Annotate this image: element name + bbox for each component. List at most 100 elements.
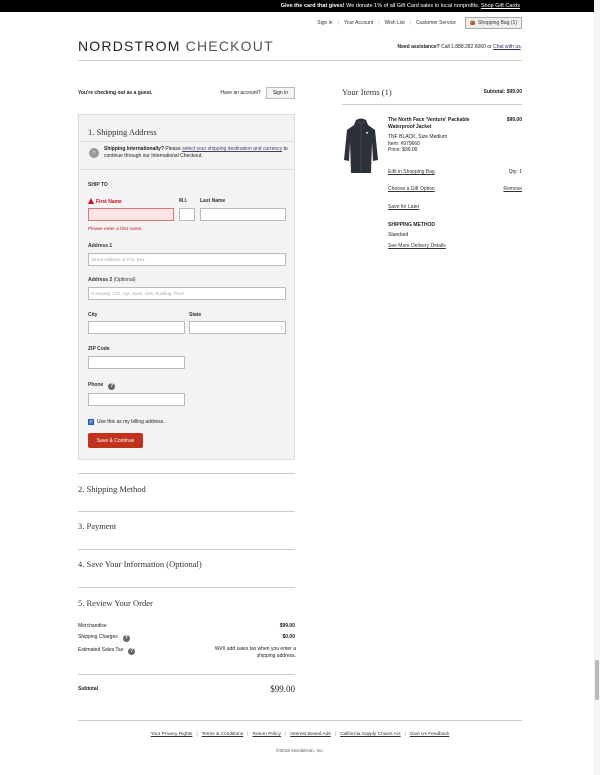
terms-link[interactable]: Terms & Conditions: [198, 732, 248, 737]
shipping-method-section[interactable]: 2. Shipping Method: [78, 484, 146, 494]
help-icon[interactable]: ?: [122, 635, 130, 642]
mi-label: M.I.: [179, 198, 188, 204]
interest-based-ads-link[interactable]: Interest-Based Ads: [286, 732, 335, 737]
promo-text: We donate 1% of all Gift Card sales to l…: [344, 3, 481, 9]
billing-checkbox-label: Use this as my billing address.: [97, 419, 165, 425]
remove-link[interactable]: Remove: [503, 186, 522, 192]
zip-label: ZIP Code: [88, 346, 110, 352]
delivery-details-link[interactable]: See More Delivery Details: [388, 243, 446, 249]
state-select[interactable]: ↕: [189, 321, 286, 334]
address2-field[interactable]: Company, C/O, Apt, Suite, Unit, Building…: [88, 287, 286, 300]
your-items-title: Your Items (1): [342, 87, 392, 97]
intl-destination-link[interactable]: select your shipping destination and cur…: [182, 146, 282, 152]
section-divider: [78, 473, 295, 474]
phone-field[interactable]: [88, 393, 185, 406]
address1-label: Address 1: [88, 243, 113, 249]
wish-list-link[interactable]: Wish List: [380, 20, 410, 26]
sales-tax-row: Estimated Sales Tax?: [78, 647, 178, 655]
save-and-continue-button[interactable]: Save & Continue: [88, 433, 143, 448]
product-name[interactable]: The North Face 'Venture' Packable Waterp…: [388, 117, 488, 130]
address1-field[interactable]: Street Address or P.O. Box: [88, 253, 286, 266]
subtotal-value: $99.00: [270, 684, 295, 694]
items-subtotal: Subtotal: $99.00: [483, 89, 522, 95]
sales-tax-note: We'll add sales tax when you enter a shi…: [214, 646, 296, 659]
feedback-link[interactable]: Give Us Feedback: [406, 732, 453, 737]
shipping-charges-value: $0.00: [282, 634, 295, 640]
logo-brand: NORDSTROM: [78, 38, 181, 54]
first-name-label: First Name: [88, 198, 122, 205]
assist-lead: Need assistance?: [397, 44, 440, 50]
globe-icon: ○: [89, 148, 99, 158]
have-account-text: Have an account?: [220, 90, 261, 96]
gift-row: Choose a Gift Option Remove: [388, 186, 522, 192]
scrollbar-thumb[interactable]: [595, 660, 599, 700]
first-name-error: Please enter a first name.: [88, 227, 143, 232]
merchandise-value: $99.00: [279, 623, 295, 629]
help-icon[interactable]: ?: [128, 648, 136, 655]
zip-field[interactable]: [88, 356, 185, 369]
city-label: City: [88, 312, 98, 318]
quantity: Qty: 1: [508, 169, 522, 175]
billing-checkbox[interactable]: ✓: [88, 419, 94, 425]
footer-links: Your Privacy Rights | Terms & Conditions |…: [0, 732, 600, 737]
footer-divider: [78, 720, 522, 721]
address2-label-text: Address 2: [88, 277, 113, 283]
payment-section[interactable]: 3. Payment: [78, 521, 116, 531]
subtotal-row: Subtotal $99.00: [78, 684, 295, 694]
edit-in-bag-link[interactable]: Edit in Shopping Bag: [388, 169, 435, 175]
save-for-later-link[interactable]: Save for Later: [388, 204, 419, 210]
mi-field[interactable]: [179, 208, 195, 221]
panel-divider: [79, 141, 294, 142]
first-name-field[interactable]: [88, 208, 174, 221]
billing-address-option[interactable]: ✓ Use this as my billing address.: [88, 419, 165, 425]
merchandise-row: Merchandise $99.00: [78, 623, 295, 629]
promo-bar: Give the card that gives! We donate 1% o…: [0, 0, 600, 12]
warning-icon: [88, 198, 94, 204]
utility-nav: Sign in | Your Account | Wish List | Custom…: [312, 17, 522, 29]
address2-optional: (Optional): [113, 277, 136, 283]
intl-lead: Shipping Internationally?: [104, 146, 164, 152]
chat-with-us-link[interactable]: Chat with us: [493, 44, 521, 50]
logo[interactable]: NORDSTROM CHECKOUT: [78, 38, 274, 54]
product-price-line: Price: $99.00: [388, 147, 418, 153]
sales-tax-label-text: Estimated Sales Tax: [78, 647, 124, 653]
guest-row: You're checking out as a guest. Have an …: [78, 87, 295, 99]
last-name-field[interactable]: [200, 208, 286, 221]
your-items-header: Your Items (1) Subtotal: $99.00: [342, 87, 522, 97]
product-image[interactable]: [342, 116, 380, 176]
summary-divider: [78, 674, 295, 675]
shipping-charges-label: Shipping Charges?: [78, 634, 130, 642]
panel-divider: [79, 169, 294, 170]
shop-gift-cards-link[interactable]: Shop Gift Cards: [481, 3, 520, 9]
section-divider: [78, 549, 295, 550]
subtotal-label: Subtotal: [78, 686, 98, 692]
supply-chains-link[interactable]: California Supply Chains Act: [336, 732, 405, 737]
state-label: State: [189, 312, 202, 318]
save-information-section[interactable]: 4. Save Your Information (Optional): [78, 559, 202, 569]
edit-row: Edit in Shopping Bag Qty: 1: [388, 169, 522, 175]
header-divider: [78, 60, 522, 61]
merchandise-label: Merchandise: [78, 623, 107, 629]
guest-sign-in-button[interactable]: Sign in: [265, 87, 295, 99]
return-policy-link[interactable]: Return Policy: [248, 732, 285, 737]
your-account-link[interactable]: Your Account: [339, 20, 378, 26]
phone-label: Phone?: [88, 382, 116, 390]
address2-label: Address 2 (Optional): [88, 277, 136, 283]
sign-in-link[interactable]: Sign in: [312, 20, 337, 26]
shopping-bag-icon: 👜: [469, 20, 477, 26]
help-icon[interactable]: ?: [108, 383, 116, 390]
promo-lead: Give the card that gives!: [280, 3, 345, 9]
product-price: $99.00: [506, 117, 522, 123]
shopping-bag-button[interactable]: 👜 Shopping Bag (1): [464, 17, 522, 29]
shipping-address-panel: 1. Shipping Address ○ Shipping Internati…: [78, 114, 295, 460]
privacy-rights-link[interactable]: Your Privacy Rights: [147, 732, 197, 737]
customer-service-link[interactable]: Customer Service: [411, 20, 461, 26]
copyright: ©2016 Nordstrom, Inc.: [275, 749, 325, 754]
shipping-method-label: SHIPPING METHOD: [388, 222, 435, 228]
gift-option-link[interactable]: Choose a Gift Option: [388, 186, 435, 192]
guest-text: You're checking out as a guest.: [78, 90, 153, 96]
phone-label-text: Phone: [88, 382, 104, 388]
city-field[interactable]: [88, 321, 185, 334]
product-info: The North Face 'Venture' Packable Waterp…: [388, 117, 522, 154]
scrollbar[interactable]: [594, 0, 600, 775]
